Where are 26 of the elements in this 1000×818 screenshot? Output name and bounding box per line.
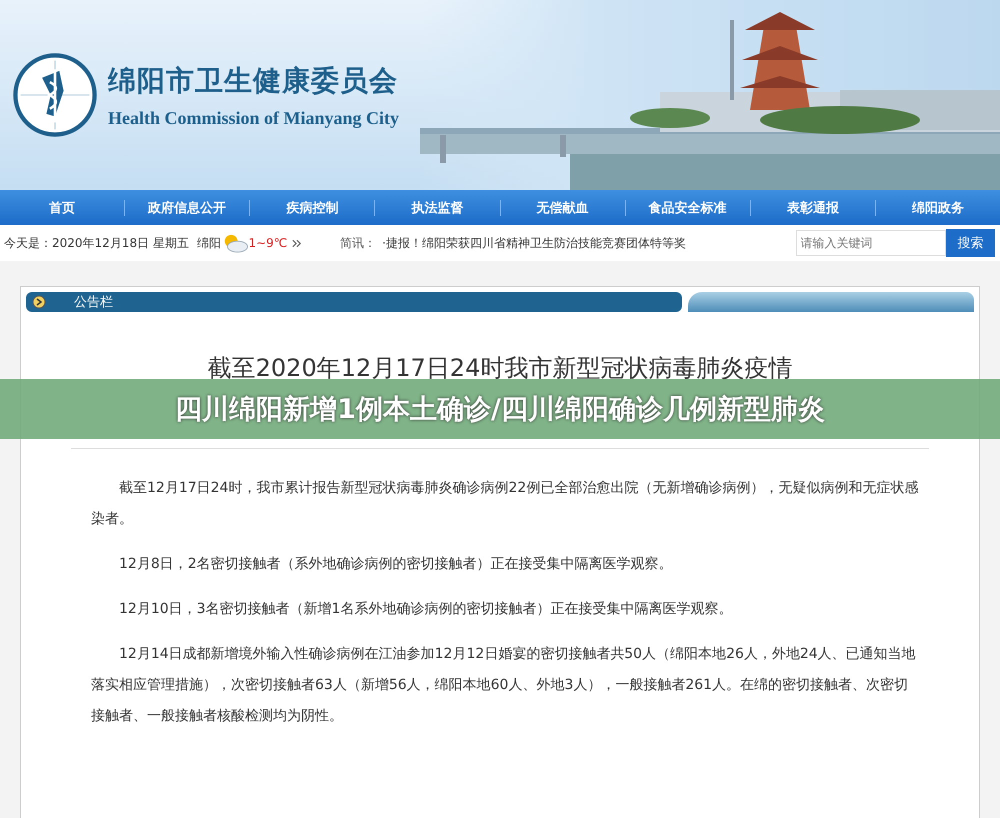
nav-link[interactable]: 表彰通报 xyxy=(750,198,875,216)
article-paragraph: 截至12月17日24时，我市累计报告新型冠状病毒肺炎确诊病例22例已全部治愈出院（无新增确诊病例），无疑似病例和无症状感染者。 xyxy=(91,479,919,529)
search-field[interactable]: 请输入关键词 xyxy=(796,230,946,256)
temperature-text: 1~9℃ xyxy=(248,236,288,250)
arrow-circle-icon xyxy=(32,295,46,309)
nav-link[interactable]: 执法监督 xyxy=(375,198,500,216)
date-text: 今天是：2020年12月18日 星期五 xyxy=(4,234,189,252)
article-paragraph: 12月8日，2名密切接触者（系外地确诊病例的密切接触者）正在接受集中隔离医学观察。 xyxy=(118,555,674,574)
article-paragraph: 12月14日成都新增境外输入性确诊病例在江油参加12月12日婚宴的密切接触者共50人（绵阳本地26人，外地24人、已通知当地落实相应管理措施），次密切接触者63人（新增56人，绵阳本地60人、外地3人），一般接触者261人。在绵的密切接触者、次密切接触者、一般接触者核酸检测均为阴性。 xyxy=(91,645,917,726)
search-button[interactable]: 搜索 xyxy=(946,229,995,257)
nav-link[interactable]: 疾病控制 xyxy=(250,198,374,216)
city-text: 绵阳 xyxy=(196,234,221,252)
headline-banner: 四川绵阳新增1例本土确诊/四川绵阳确诊几例新型肺炎 xyxy=(0,379,1000,439)
logo-icon xyxy=(12,52,98,138)
nav-link[interactable]: 绵阳政务 xyxy=(876,198,1000,216)
nav-link[interactable]: 无偿献血 xyxy=(500,198,625,216)
news-label: 简讯： xyxy=(340,234,376,252)
news-link[interactable]: ·捷报！绵阳荣获四川省精神卫生防治技能竞赛团体特等奖 xyxy=(382,234,796,252)
panel-title: 公告栏 xyxy=(74,294,113,311)
nav-link[interactable]: 政府信息公开 xyxy=(125,198,250,216)
double-chevron-icon[interactable] xyxy=(292,238,302,248)
article-paragraph: 12月10日，3名密切接触者（新增1名系外地确诊病例的密切接触者）正在接受集中隔离医学观察。 xyxy=(118,600,734,619)
site-title: 绵阳市卫生健康委员会 xyxy=(108,62,399,98)
nav-link[interactable]: 食品安全标准 xyxy=(626,198,750,216)
nav-link[interactable]: 首页 xyxy=(0,198,124,216)
site-subtitle: Health Commission of Mianyang City xyxy=(108,108,400,128)
